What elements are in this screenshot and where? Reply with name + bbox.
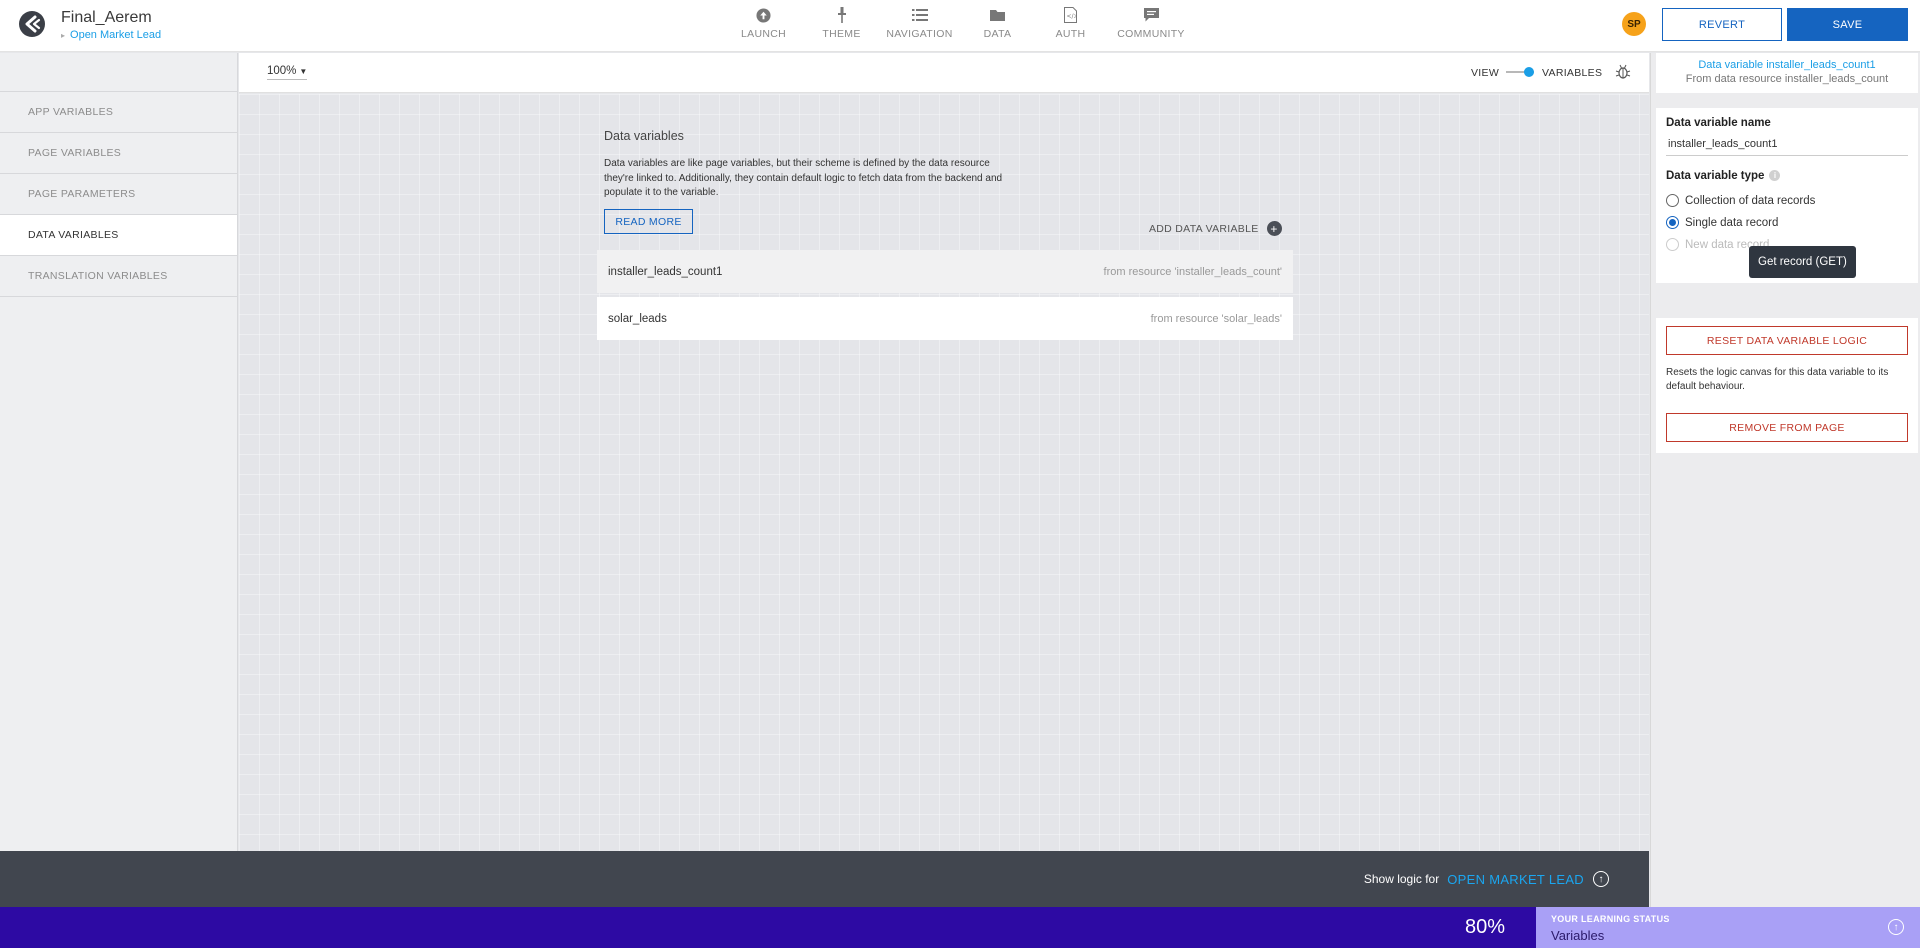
theme-icon [834, 7, 850, 23]
nav-community[interactable]: COMMUNITY [1106, 0, 1196, 52]
community-icon [1143, 7, 1159, 23]
variables-canvas: Data variables Data variables are like p… [239, 94, 1649, 851]
top-bar: Final_Aerem ▸ Open Market Lead LAUNCH THE… [0, 0, 1920, 52]
data-variable-type-label: Data variable type i [1666, 170, 1781, 182]
sidebar-item-app-variables[interactable]: APP VARIABLES [0, 92, 237, 133]
panel-header: Data variable installer_leads_count1 Fro… [1656, 53, 1918, 93]
radio-label: Single data record [1685, 216, 1779, 229]
nav-auth-label: AUTH [1055, 28, 1086, 40]
main-nav: LAUNCH THEME NAVIGATION DATA </> AUTH CO… [726, 0, 1199, 52]
radio-button[interactable] [1666, 194, 1679, 207]
nav-navigation-label: NAVIGATION [886, 28, 953, 40]
remove-from-page-button[interactable]: REMOVE FROM PAGE [1666, 413, 1908, 442]
view-variables-toggle[interactable] [1506, 67, 1534, 77]
navigation-icon [911, 7, 928, 23]
page-breadcrumb[interactable]: ▸ Open Market Lead [61, 29, 161, 41]
plus-icon: + [1266, 221, 1282, 236]
learning-status-heading: YOUR LEARNING STATUS [1551, 914, 1670, 924]
zoom-value: 100% [267, 65, 297, 77]
svg-text:</>: </> [1067, 13, 1078, 20]
learning-status-panel[interactable]: YOUR LEARNING STATUS Variables ↑ [1536, 907, 1920, 948]
data-variable-type-text: Data variable type [1666, 170, 1765, 182]
data-variables-title: Data variables [604, 129, 684, 143]
reset-logic-description: Resets the logic canvas for this data va… [1666, 367, 1889, 392]
reset-logic-button[interactable]: RESET DATA VARIABLE LOGIC [1666, 326, 1908, 355]
variables-sidebar: APP VARIABLES PAGE VARIABLES PAGE PARAME… [0, 53, 238, 851]
radio-label: Collection of data records [1685, 194, 1816, 207]
caret-right-icon: ▸ [61, 31, 66, 40]
data-variables-description: Data variables are like page variables, … [604, 158, 1003, 198]
data-variable-name-label: Data variable name [1666, 117, 1771, 129]
add-data-variable-button[interactable]: ADD DATA VARIABLE + [1149, 221, 1282, 236]
sidebar-item-data-variables[interactable]: DATA VARIABLES [0, 215, 237, 256]
show-logic-prefix: Show logic for [1363, 872, 1440, 886]
nav-community-label: COMMUNITY [1117, 28, 1185, 40]
zoom-select[interactable]: 100% ▼ [267, 65, 308, 80]
view-label[interactable]: VIEW [1471, 67, 1499, 79]
nav-navigation[interactable]: NAVIGATION [882, 0, 957, 52]
sidebar-item-page-variables[interactable]: PAGE VARIABLES [0, 133, 237, 174]
data-folder-icon [989, 7, 1006, 23]
logic-bar: Show logic for OPEN MARKET LEAD ↑ [0, 851, 1649, 907]
nav-theme-label: THEME [822, 28, 861, 40]
nav-data-label: DATA [983, 28, 1012, 40]
auth-icon: </> [1063, 7, 1079, 23]
data-variable-settings-card: Data variable name installer_leads_count… [1656, 108, 1918, 283]
data-variable-name: installer_leads_count1 [608, 265, 723, 278]
nav-theme[interactable]: THEME [804, 0, 879, 52]
radio-collection[interactable]: Collection of data records [1666, 194, 1815, 207]
data-variable-source: from resource 'installer_leads_count' [1103, 265, 1282, 278]
debug-bug-icon[interactable] [1615, 64, 1631, 80]
sidebar-item-translation-variables[interactable]: TRANSLATION VARIABLES [0, 256, 237, 297]
variables-label[interactable]: VARIABLES [1542, 67, 1602, 79]
chevron-down-icon: ▼ [299, 67, 308, 76]
learning-topic: Variables [1551, 928, 1605, 943]
launch-icon [756, 7, 772, 23]
tooltip: Get record (GET) [1749, 246, 1856, 278]
properties-panel: Data variable installer_leads_count1 Fro… [1650, 53, 1920, 907]
app-name[interactable]: Final_Aerem [61, 9, 152, 27]
save-button[interactable]: SAVE [1787, 8, 1908, 41]
sidebar-item-page-parameters[interactable]: PAGE PARAMETERS [0, 174, 237, 215]
app-logo-icon[interactable] [18, 10, 46, 38]
nav-launch[interactable]: LAUNCH [726, 0, 801, 52]
page-name[interactable]: Open Market Lead [70, 29, 161, 41]
panel-title: Data variable installer_leads_count1 [1698, 59, 1876, 71]
learning-percent: 80% [1465, 916, 1506, 938]
panel-subtitle: From data resource installer_leads_count [1685, 73, 1889, 85]
canvas-toolbar: 100% ▼ VIEW VARIABLES [239, 53, 1649, 93]
data-variable-name-input[interactable]: installer_leads_count1 [1666, 138, 1908, 156]
show-logic-control[interactable]: Show logic for OPEN MARKET LEAD ↑ [1364, 871, 1609, 887]
radio-button[interactable] [1666, 216, 1679, 229]
learning-status-bar: 80% YOUR LEARNING STATUS Variables ↑ [0, 907, 1920, 948]
nav-launch-label: LAUNCH [741, 28, 786, 40]
nav-data[interactable]: DATA [960, 0, 1035, 52]
read-more-button[interactable]: READ MORE [604, 209, 693, 234]
sidebar-spacer [0, 53, 237, 92]
data-variable-name: solar_leads [608, 312, 667, 325]
radio-button [1666, 238, 1679, 251]
data-variable-row[interactable]: solar_leads from resource 'solar_leads' [597, 297, 1293, 340]
data-variable-actions-card: RESET DATA VARIABLE LOGIC Resets the log… [1656, 318, 1918, 453]
data-variable-source: from resource 'solar_leads' [1150, 312, 1282, 325]
revert-button[interactable]: REVERT [1662, 8, 1782, 41]
show-logic-target[interactable]: OPEN MARKET LEAD [1447, 872, 1584, 887]
nav-auth[interactable]: </> AUTH [1038, 0, 1103, 52]
toggle-knob[interactable] [1524, 67, 1534, 77]
arrow-up-circle-icon[interactable]: ↑ [1593, 871, 1609, 887]
radio-single[interactable]: Single data record [1666, 216, 1778, 229]
data-variable-row[interactable]: installer_leads_count1 from resource 'in… [597, 250, 1293, 293]
user-avatar[interactable]: SP [1622, 12, 1646, 36]
add-data-variable-label: ADD DATA VARIABLE [1149, 222, 1259, 235]
info-icon[interactable]: i [1769, 170, 1781, 182]
arrow-up-circle-icon[interactable]: ↑ [1888, 919, 1904, 935]
